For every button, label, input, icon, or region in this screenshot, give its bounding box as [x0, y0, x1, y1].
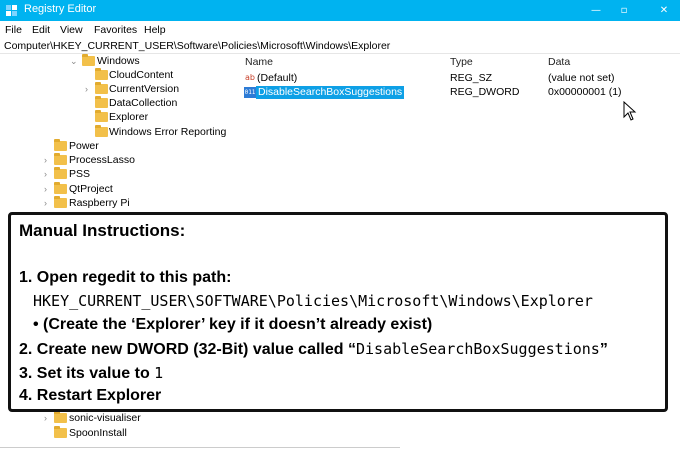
instructions-overlay: Manual Instructions: 1. Open regedit to …: [8, 212, 668, 412]
mouse-pointer-icon: [623, 101, 637, 121]
tree-item-label: Power: [69, 140, 99, 152]
chevron-right-icon[interactable]: ›: [44, 411, 54, 425]
folder-icon: [54, 411, 67, 423]
folder-icon: [82, 54, 95, 66]
instructions-heading: Manual Instructions:: [19, 221, 186, 240]
tree-item-label: PSS: [69, 168, 91, 180]
menu-view[interactable]: View: [60, 24, 83, 36]
folder-icon: [54, 196, 67, 208]
tree-item-label: sonic-visualiser: [69, 412, 141, 424]
chevron-down-icon[interactable]: ⌄: [70, 54, 80, 68]
value-type: REG_SZ: [450, 72, 493, 84]
value-type: REG_DWORD: [450, 86, 520, 98]
window-title: Registry Editor: [24, 3, 97, 15]
chevron-right-icon[interactable]: ›: [85, 82, 95, 96]
chevron-right-icon[interactable]: ›: [44, 196, 54, 210]
folder-icon: [95, 82, 108, 94]
tree-item-label: Windows Error Reporting: [109, 126, 227, 138]
chevron-right-icon[interactable]: ›: [44, 182, 54, 196]
tree-item-label: ProcessLasso: [69, 154, 135, 166]
address-bar[interactable]: Computer\HKEY_CURRENT_USER\Software\Poli…: [4, 40, 390, 52]
folder-icon: [95, 110, 108, 122]
registry-editor-icon: [6, 5, 17, 16]
step-2-prefix: 2. Create new DWORD (32-Bit) value calle…: [19, 341, 356, 358]
folder-icon: [54, 182, 67, 194]
instruction-step-1: 1. Open regedit to this path:: [19, 269, 232, 286]
menu-edit[interactable]: Edit: [32, 24, 50, 36]
tree-item-label: QtProject: [69, 183, 113, 195]
close-button[interactable]: ✕: [644, 0, 680, 21]
menu-bar: File Edit View Favorites Help: [0, 23, 680, 39]
instruction-note: • (Create the ‘Explorer’ key if it doesn…: [33, 316, 433, 333]
value-name: (Default): [257, 72, 298, 84]
tree-item-label: SpoonInstall: [69, 427, 127, 439]
folder-icon: [54, 139, 67, 151]
folder-icon: [95, 68, 108, 80]
tree-item-label: Explorer: [109, 111, 149, 123]
value-data: 0x00000001 (1): [548, 86, 622, 98]
menu-favorites[interactable]: Favorites: [94, 24, 137, 36]
title-bar[interactable]: Registry Editor — ▫ ✕: [0, 0, 680, 21]
tree-bottom-divider: [0, 447, 400, 448]
folder-icon: [95, 125, 108, 137]
string-value-icon: ab: [245, 73, 255, 82]
chevron-right-icon[interactable]: ›: [44, 153, 54, 167]
folder-icon: [54, 426, 67, 438]
menu-help[interactable]: Help: [144, 24, 166, 36]
registry-path: HKEY_CURRENT_USER\SOFTWARE\Policies\Micr…: [33, 292, 593, 310]
step-2-value-name: DisableSearchBoxSuggestions: [355, 340, 600, 358]
folder-icon: [54, 167, 67, 179]
tree-item-label: Raspberry Pi: [69, 197, 130, 209]
instruction-step-4: 4. Restart Explorer: [19, 387, 162, 404]
step-3-value: 1: [154, 364, 164, 382]
tree-item-label: CloudContent: [109, 69, 174, 81]
value-data: (value not set): [548, 72, 615, 84]
folder-icon: [54, 153, 67, 165]
maximize-button[interactable]: ▫: [604, 0, 644, 21]
tree-item-label: CurrentVersion: [109, 83, 180, 95]
tree-item-label: DataCollection: [109, 97, 178, 109]
step-2-suffix: ”: [599, 341, 608, 358]
chevron-right-icon[interactable]: ›: [44, 167, 54, 181]
column-header-data[interactable]: Data: [548, 56, 570, 68]
instruction-step-3: 3. Set its value to 1: [19, 364, 163, 383]
value-name-selected: DisableSearchBoxSuggestions: [256, 86, 405, 99]
column-header-type[interactable]: Type: [450, 56, 473, 68]
folder-icon: [95, 96, 108, 108]
instruction-step-2: 2. Create new DWORD (32-Bit) value calle…: [19, 340, 608, 359]
dword-value-icon: 011: [244, 87, 256, 98]
column-header-name[interactable]: Name: [245, 56, 273, 68]
tree-item-label: Windows: [97, 55, 140, 67]
step-3-prefix: 3. Set its value to: [19, 365, 155, 382]
menu-file[interactable]: File: [5, 24, 22, 36]
